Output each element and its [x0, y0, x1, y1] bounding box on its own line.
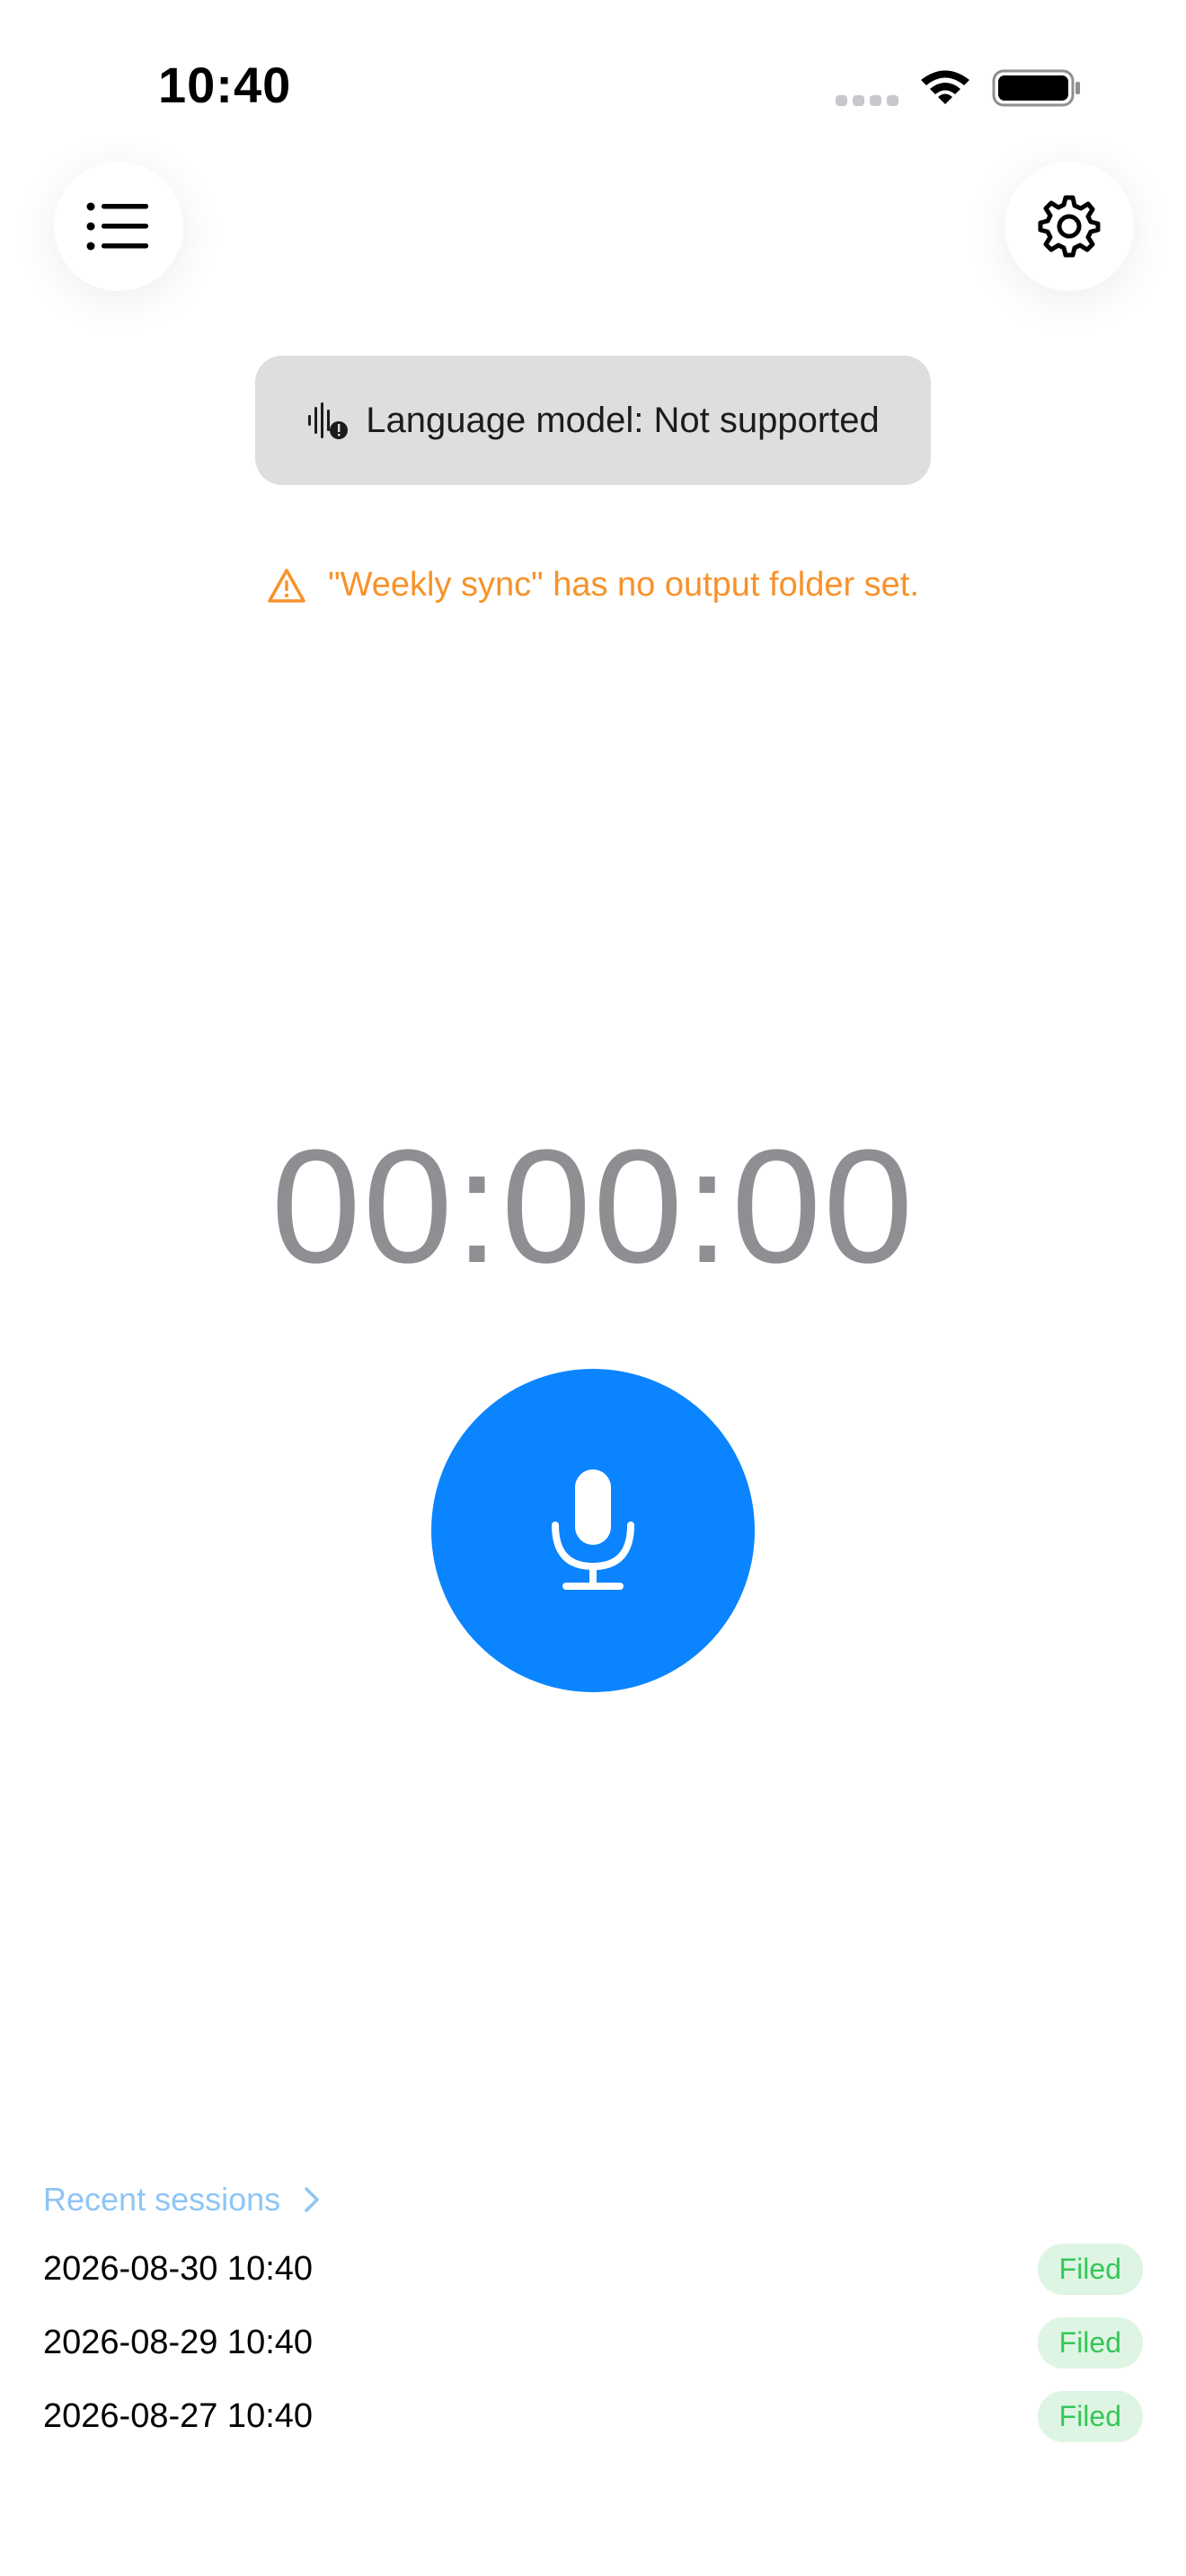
session-date: 2026-08-29 10:40 [43, 2323, 314, 2361]
cellular-signal-icon [836, 95, 900, 106]
settings-button[interactable] [1005, 162, 1134, 291]
list-icon [86, 202, 148, 251]
recent-sessions-label: Recent sessions [43, 2181, 281, 2218]
language-model-status: Language model: Not supported [255, 356, 931, 485]
session-row[interactable]: 2026-08-29 10:40 Filed [43, 2316, 1143, 2369]
session-row[interactable]: 2026-08-30 10:40 Filed [43, 2242, 1143, 2296]
status-badge: Filed [1037, 2243, 1143, 2295]
session-row[interactable]: 2026-08-27 10:40 Filed [43, 2389, 1143, 2443]
sessions-list-button[interactable] [54, 162, 183, 291]
status-badge: Filed [1037, 2316, 1143, 2369]
status-time: 10:40 [158, 57, 292, 113]
session-date: 2026-08-30 10:40 [43, 2249, 314, 2288]
language-model-text: Language model: Not supported [366, 400, 880, 440]
recorder-screen: 10:40 Language model: Not supported "Wee… [0, 0, 1186, 2576]
wifi-icon [921, 70, 969, 104]
warning-text: "Weekly sync" has no output folder set. [328, 566, 919, 604]
battery-icon [992, 69, 1080, 107]
waveform-badge-icon [308, 402, 349, 439]
warning-triangle-icon [268, 568, 305, 603]
elapsed-timer: 00:00:00 [270, 1116, 916, 1297]
gear-icon [1038, 195, 1101, 258]
status-badge: Filed [1037, 2390, 1143, 2442]
recent-sessions-link[interactable]: Recent sessions [43, 2181, 320, 2219]
session-date: 2026-08-27 10:40 [43, 2396, 314, 2435]
record-button[interactable] [431, 1369, 755, 1692]
output-folder-warning: "Weekly sync" has no output folder set. [0, 566, 1186, 604]
chevron-right-icon [305, 2187, 319, 2212]
microphone-icon [552, 1469, 634, 1590]
